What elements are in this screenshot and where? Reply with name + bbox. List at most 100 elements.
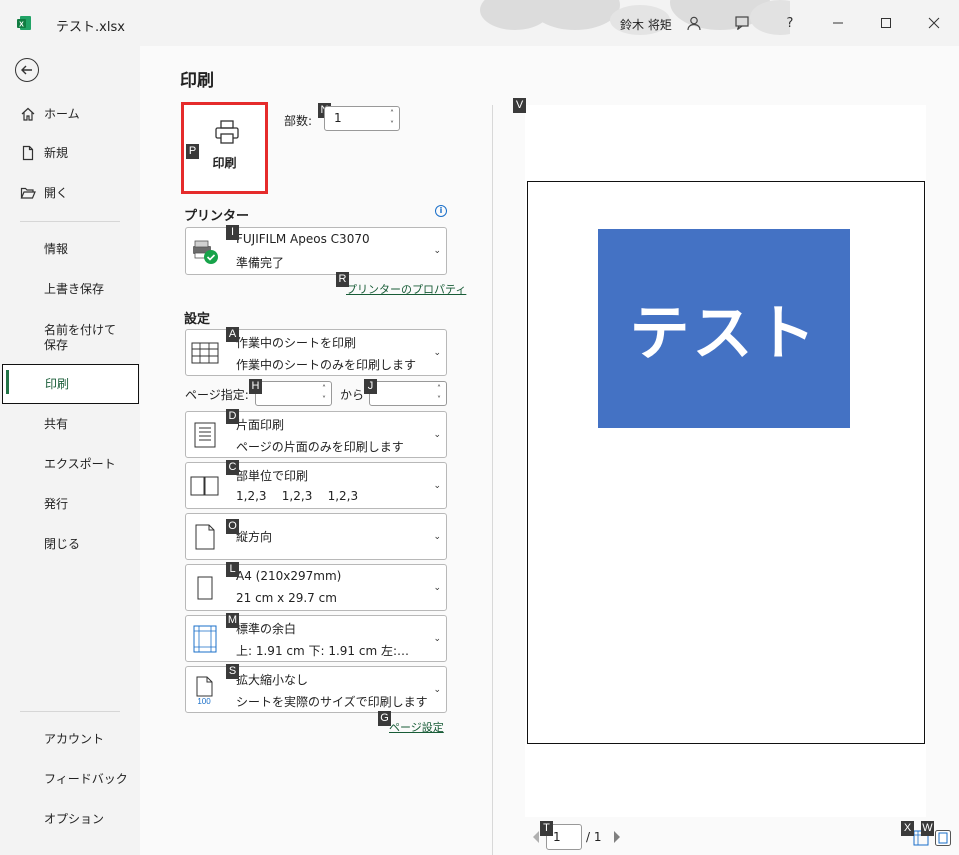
setting-line1: 縦方向 [236,530,273,544]
printer-dropdown[interactable]: FUJIFILM Apeos C3070 準備完了 ⌄ [185,227,447,275]
sidebar-item-account[interactable]: アカウント [0,721,140,757]
excel-app-icon: X [17,16,31,30]
print-what-dropdown[interactable]: 作業中のシートを印刷 作業中のシートのみを印刷します ⌄ [185,329,447,376]
printer-name: FUJIFILM Apeos C3070 [236,232,370,246]
sidebar-item-label: 情報 [44,241,69,256]
sidebar-item-label: 上書き保存 [44,281,105,296]
keytip-print-what: A [226,327,239,342]
chevron-down-icon: ⌄ [433,429,441,440]
sidebar-item-label: オプション [44,811,105,826]
sidebar-item-label: フィードバック [44,771,128,786]
back-arrow-icon [21,65,32,75]
copies-value: 1 [334,111,342,125]
chevron-down-icon: ⌄ [433,480,441,491]
keytip-scaling: S [226,664,239,679]
svg-text:X: X [19,21,24,28]
sidebar-item-open[interactable]: 開く [0,175,140,211]
user-name[interactable]: 鈴木 将矩 [620,16,672,33]
setting-line1: 片面印刷 [236,418,285,432]
chevron-down-icon: ⌄ [433,347,441,358]
keytip-page-setup: G [378,711,391,726]
preview-banner: テスト [598,229,850,428]
user-avatar-icon[interactable] [685,14,703,32]
page-setup-link[interactable]: ページ設定 [389,719,444,735]
setting-line2: ページの片面のみを印刷します [236,440,404,454]
pages-to-label: から [340,388,365,402]
total-pages: / 1 [586,830,602,844]
backstage-sidebar: ホーム 新規 開く 情報 上書き保存 名前を付けて保存 印刷 共有 エクスポート… [0,46,140,855]
next-page-icon[interactable] [612,830,622,844]
no-scaling-icon: 100 [196,676,213,705]
sidebar-item-close[interactable]: 閉じる [0,526,140,562]
keytip-zoom-page: W [921,821,934,836]
sidebar-item-export[interactable]: エクスポート [0,446,140,482]
sidebar-item-label: エクスポート [44,456,116,471]
sidebar-item-label: 閉じる [44,536,81,551]
margins-dropdown[interactable]: 標準の余白 上: 1.91 cm 下: 1.91 cm 左:… ⌄ [185,615,447,662]
sidebar-item-new[interactable]: 新規 [0,135,140,171]
keytip-pages-from: H [249,379,262,394]
page-title: 印刷 [180,71,214,91]
keytip-margins: M [226,613,239,628]
printer-properties-link[interactable]: プリンターのプロパティ [346,281,466,297]
maximize-icon[interactable] [877,14,895,32]
sidebar-item-label: ホーム [44,106,80,121]
setting-line1: A4 (210x297mm) [236,569,342,583]
keytip-orientation: O [226,519,239,534]
sidebar-item-label: 印刷 [45,376,70,391]
zoom-to-page-icon[interactable] [934,829,952,847]
sidebar-divider [20,221,120,222]
setting-line2: 1,2,3 1,2,3 1,2,3 [236,489,359,503]
margins-icon [193,625,217,653]
sidebar-item-options[interactable]: オプション [0,801,140,837]
sidebar-item-publish[interactable]: 発行 [0,486,140,522]
setting-line2: 21 cm x 29.7 cm [236,591,337,605]
pane-separator [492,105,493,855]
sidebar-item-info[interactable]: 情報 [0,231,140,267]
setting-line2: 上: 1.91 cm 下: 1.91 cm 左:… [236,644,410,658]
printer-icon [215,120,239,144]
sides-dropdown[interactable]: 片面印刷 ページの片面のみを印刷します ⌄ [185,411,447,458]
stepper-arrows[interactable]: ˄ ˅ [435,383,443,405]
setting-line1: 作業中のシートを印刷 [236,336,357,350]
paper-size-dropdown[interactable]: A4 (210x297mm) 21 cm x 29.7 cm ⌄ [185,564,447,611]
svg-text:100: 100 [197,697,211,705]
help-icon[interactable]: ? [781,14,799,32]
orientation-dropdown[interactable]: 縦方向 ⌄ [185,513,447,560]
sidebar-item-label: アカウント [44,731,105,746]
preview-page: テスト [527,181,925,744]
setting-line1: 部単位で印刷 [236,469,309,483]
copies-label: 部数: [284,114,313,128]
sidebar-item-label: 名前を付けて保存 [44,323,117,352]
pages-from-stepper[interactable]: ˄ ˅ [255,381,332,406]
print-pane: 印刷 印刷 P 部数: N 1 ˄˅ プリンター i FUJIFILM Apeo… [140,46,959,855]
collation-dropdown[interactable]: 部単位で印刷 1,2,3 1,2,3 1,2,3 ⌄ [185,462,447,509]
copies-stepper[interactable]: 1 ˄ ˅ [324,106,400,131]
sidebar-item-home[interactable]: ホーム [0,96,140,132]
stepper-arrows[interactable]: ˄ ˅ [320,383,328,405]
sidebar-item-save-as[interactable]: 名前を付けて保存 [0,318,140,358]
keytip-printer: I [226,225,239,240]
sidebar-item-share[interactable]: 共有 [0,406,140,442]
printer-ready-icon [193,240,218,264]
feedback-icon[interactable] [733,14,751,32]
pages-to-stepper[interactable]: ˄ ˅ [369,381,447,406]
home-icon [21,107,35,121]
printer-heading: プリンター [184,209,250,224]
sidebar-item-print[interactable]: 印刷 [2,364,139,404]
minimize-icon[interactable] [829,14,847,32]
stepper-arrows[interactable]: ˄ ˅ [388,108,396,130]
close-icon[interactable] [925,14,943,32]
back-button[interactable] [15,58,39,82]
sidebar-item-label: 開く [44,185,69,200]
sheet-grid-icon [191,342,219,364]
sidebar-item-feedback[interactable]: フィードバック [0,761,140,797]
one-sided-page-icon [194,422,216,448]
printer-status: 準備完了 [236,256,285,270]
sidebar-item-save[interactable]: 上書き保存 [0,271,140,307]
keytip-properties: R [336,272,349,287]
sidebar-item-label: 発行 [44,496,69,511]
info-icon[interactable]: i [435,205,447,217]
chevron-down-icon: ⌄ [433,684,441,695]
scaling-dropdown[interactable]: 100 拡大縮小なし シートを実際のサイズで印刷します ⌄ [185,666,447,713]
